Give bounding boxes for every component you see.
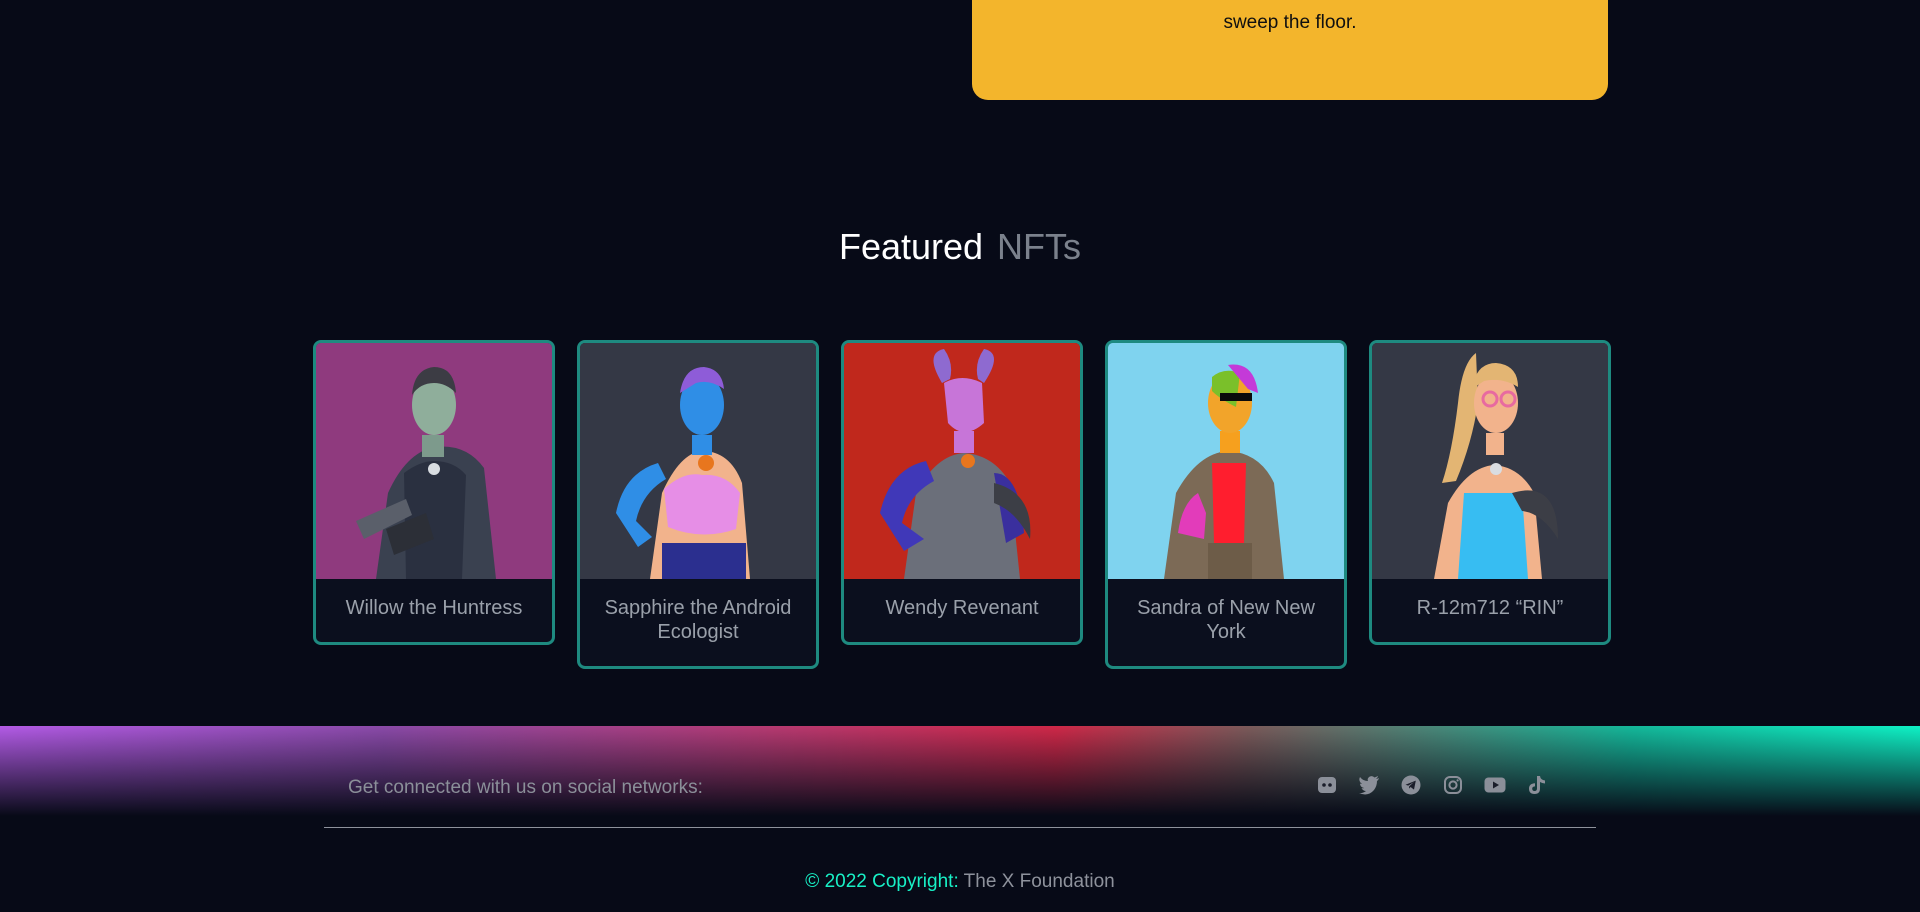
nft-card-sandra[interactable]: Sandra of New New York	[1105, 340, 1347, 669]
footer-divider	[324, 827, 1596, 828]
nft-image-sapphire	[580, 343, 816, 579]
copyright-org-link[interactable]: The X Foundation	[964, 871, 1115, 892]
nft-image-rin	[1372, 343, 1608, 579]
copyright: © 2022 Copyright: The X Foundation	[0, 871, 1920, 893]
nft-name: Willow the Huntress	[345, 597, 523, 619]
nft-name: Sapphire the Android Ecologist	[604, 597, 792, 643]
social-icons	[1316, 774, 1548, 796]
nft-card-rin[interactable]: R-12m712 “RIN”	[1369, 340, 1611, 645]
tiktok-icon[interactable]	[1526, 774, 1548, 796]
youtube-icon[interactable]	[1484, 774, 1506, 796]
nft-image-willow	[316, 343, 552, 579]
copyright-prefix: © 2022 Copyright:	[805, 871, 959, 892]
telegram-icon[interactable]	[1400, 774, 1422, 796]
nft-name: R-12m712 “RIN”	[1416, 597, 1564, 619]
footer-gradient	[0, 726, 1920, 816]
social-text: Get connected with us on social networks…	[348, 777, 703, 798]
nft-name: Wendy Revenant	[885, 597, 1039, 619]
info-card-text: sweep the floor.	[1223, 12, 1357, 33]
page: sweep the floor. Featured NFTs Willow the…	[0, 0, 1920, 912]
nft-image-wendy	[844, 343, 1080, 579]
featured-heading-word1: Featured	[838, 226, 984, 267]
nft-image-sandra	[1108, 343, 1344, 579]
featured-heading-word2: NFTs	[997, 226, 1082, 267]
instagram-icon[interactable]	[1442, 774, 1464, 796]
nft-card-willow[interactable]: Willow the Huntress	[313, 340, 555, 645]
nft-card-wendy[interactable]: Wendy Revenant	[841, 340, 1083, 645]
discord-icon[interactable]	[1316, 774, 1338, 796]
nft-card-sapphire[interactable]: Sapphire the Android Ecologist	[577, 340, 819, 669]
twitter-icon[interactable]	[1358, 774, 1380, 796]
info-card: sweep the floor.	[972, 0, 1608, 100]
featured-heading: Featured NFTs	[0, 226, 1920, 268]
nft-name: Sandra of New New York	[1137, 597, 1315, 643]
